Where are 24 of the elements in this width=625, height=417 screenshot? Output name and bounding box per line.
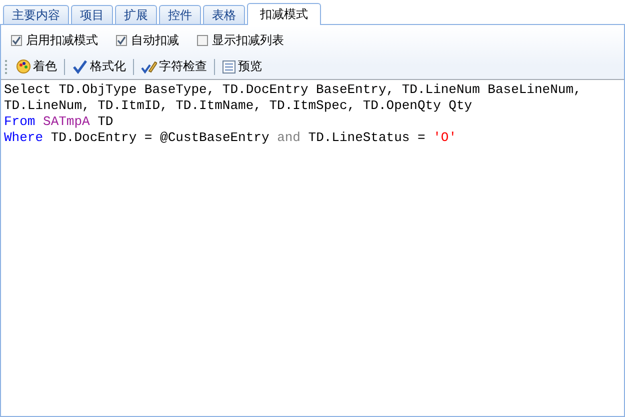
checkbox-label: 自动扣减 xyxy=(131,32,179,49)
toolbar-button[interactable]: 着色 xyxy=(14,57,59,76)
checkbox[interactable] xyxy=(11,35,22,46)
document-icon xyxy=(222,60,236,74)
code-line: From SATmpA TD xyxy=(4,114,114,130)
checkmark-icon xyxy=(72,59,88,74)
tab[interactable]: 扩展 xyxy=(115,5,157,24)
tab[interactable]: 主要内容 xyxy=(3,5,69,24)
code-line: Where TD.DocEntry = @CustBaseEntry and TD.LineStatus = 'O' xyxy=(4,130,458,146)
code-line: TD.LineNum, TD.ItmID, TD.ItmName, TD.ItmSpec, TD.OpenQty Qty xyxy=(4,98,474,114)
tab[interactable]: 表格 xyxy=(203,5,245,24)
checkbox[interactable] xyxy=(116,35,127,46)
tab[interactable]: 控件 xyxy=(159,5,201,24)
checkbox-label: 启用扣减模式 xyxy=(26,32,98,49)
pencil-check-icon xyxy=(141,59,157,74)
palette-icon xyxy=(16,59,31,74)
code-line: Select TD.ObjType BaseType, TD.DocEntry BaseEntry, TD.LineNum BaseLineNum, xyxy=(4,82,582,98)
tab[interactable]: 扣减模式 xyxy=(247,3,321,25)
toolbar-button[interactable]: 预览 xyxy=(220,57,264,76)
toolbar-button[interactable]: 格式化 xyxy=(70,57,128,76)
tab[interactable]: 项目 xyxy=(71,5,113,24)
checkbox-label: 显示扣减列表 xyxy=(212,32,284,49)
toolbar-button[interactable]: 字符检查 xyxy=(139,57,209,76)
checkbox[interactable] xyxy=(197,35,208,46)
